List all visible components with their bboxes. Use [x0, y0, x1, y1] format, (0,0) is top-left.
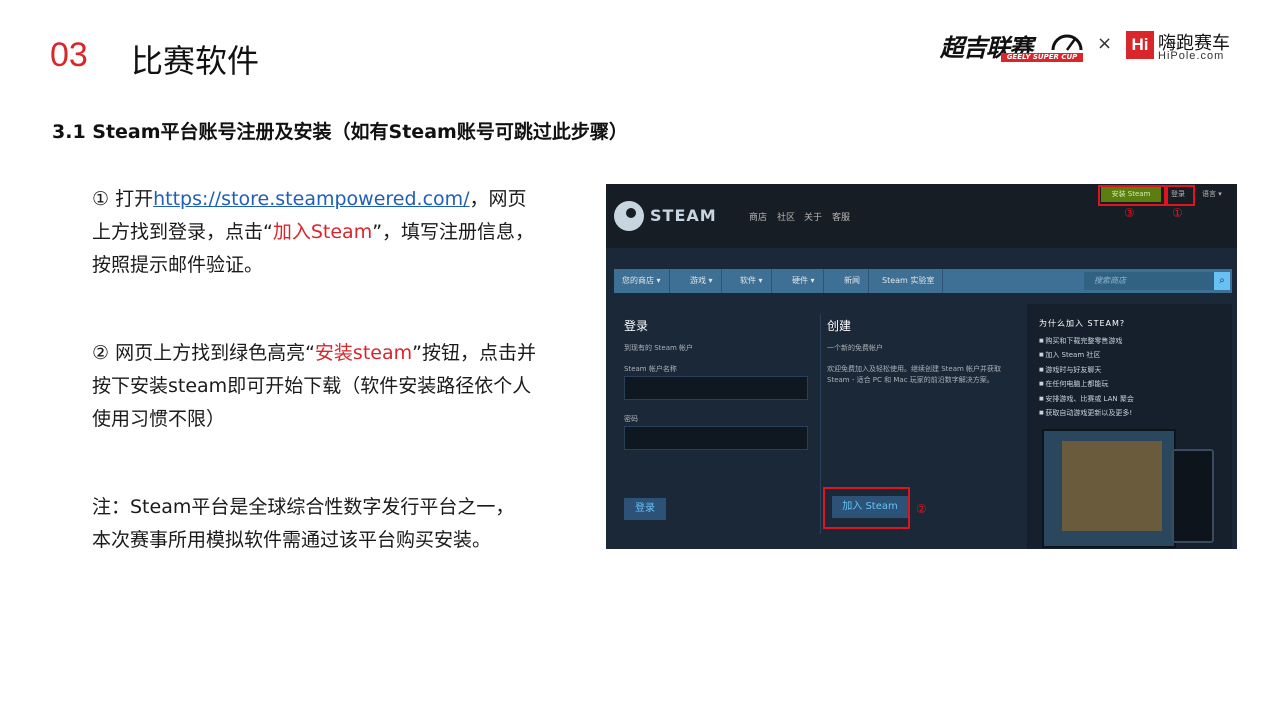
- list-item: 安排游戏、比赛或 LAN 聚会: [1039, 392, 1134, 406]
- create-title: 创建: [827, 319, 852, 333]
- marker-1: ①: [1172, 206, 1183, 220]
- list-item: 加入 Steam 社区: [1039, 348, 1134, 362]
- login-button[interactable]: 登录: [624, 498, 666, 520]
- gauge-icon: [1051, 34, 1083, 51]
- why-join-list: 购买和下载完整零售游戏 加入 Steam 社区 游戏时与好友聊天 在任何电脑上都…: [1039, 334, 1134, 421]
- hipole-logo-icon: Hi: [1126, 31, 1154, 59]
- create-description: 欢迎免费加入及轻松使用。继续创建 Steam 帐户并获取 Steam - 适合 …: [827, 365, 1002, 384]
- why-join-title: 为什么加入 STEAM?: [1039, 319, 1126, 328]
- list-item: 获取自动游戏更新以及更多!: [1039, 406, 1134, 420]
- login-subtitle: 到现有的 Steam 帐户: [624, 344, 694, 352]
- steam-screenshot: STEAM 商店 社区 关于 客服 安装 Steam 登录 语言 ▾ ③ ① 您…: [606, 184, 1237, 549]
- menu-your-store[interactable]: 您的商店 ▾: [614, 269, 670, 293]
- why-join-panel: 为什么加入 STEAM? 购买和下载完整零售游戏 加入 Steam 社区 游戏时…: [1027, 304, 1232, 549]
- logo-separator: ×: [1097, 33, 1113, 54]
- join-steam-highlight: 加入Steam: [272, 221, 373, 243]
- menu-hardware[interactable]: 硬件 ▾: [784, 269, 824, 293]
- search-icon[interactable]: ⌕: [1214, 272, 1230, 290]
- menu-news[interactable]: 新闻: [836, 269, 869, 293]
- list-item: 在任何电脑上都能玩: [1039, 377, 1134, 391]
- password-label: 密码: [624, 415, 638, 423]
- section-number: 03: [50, 36, 88, 74]
- subsection-title: 3.1 Steam平台账号注册及安装（如有Steam账号可跳过此步骤）: [52, 121, 628, 143]
- language-dropdown[interactable]: 语言 ▾: [1202, 187, 1222, 202]
- section-title: 比赛软件: [131, 42, 260, 80]
- steam-nav-store[interactable]: 商店: [749, 210, 767, 223]
- highlight-box-join: [823, 487, 910, 529]
- list-item: 游戏时与好友聊天: [1039, 363, 1134, 377]
- steam-search-input[interactable]: 搜索商店: [1084, 272, 1214, 290]
- highlight-box-login: [1166, 185, 1195, 206]
- note-paragraph: 注：Steam平台是全球综合性数字发行平台之一，本次赛事所用模拟软件需通过该平台…: [92, 496, 515, 551]
- username-input[interactable]: [624, 376, 808, 400]
- steam-nav-support[interactable]: 客服: [832, 210, 850, 223]
- marker-3: ③: [1124, 206, 1135, 220]
- username-label: Steam 帐户名称: [624, 365, 677, 373]
- install-steam-highlight: 安装steam: [314, 342, 413, 364]
- steam-nav-about[interactable]: 关于: [804, 210, 822, 223]
- list-item: 购买和下载完整零售游戏: [1039, 334, 1134, 348]
- steam-client-preview-image: [1042, 429, 1176, 548]
- hipole-logo-domain: HiPole.com: [1158, 50, 1225, 62]
- steam-mobile-preview-image: [1172, 449, 1214, 543]
- steam-logo-icon: [614, 201, 644, 231]
- menu-games[interactable]: 游戏 ▾: [682, 269, 722, 293]
- step-1-paragraph: ① 打开https://store.steampowered.com/，网页上方…: [92, 188, 535, 276]
- geely-cup-logo-banner: GEELY SUPER CUP: [1001, 53, 1083, 62]
- login-create-panel: 登录 到现有的 Steam 帐户 Steam 帐户名称 密码 登录 创建 一个新…: [614, 304, 1022, 549]
- step-2-paragraph: ② 网页上方找到绿色高亮“安装steam”按钮，点击并按下安装steam即可开始…: [92, 342, 536, 430]
- password-input[interactable]: [624, 426, 808, 450]
- steam-menu-bar: 您的商店 ▾ 游戏 ▾ 软件 ▾ 硬件 ▾ 新闻 Steam 实验室 搜索商店 …: [614, 269, 1232, 293]
- menu-software[interactable]: 软件 ▾: [732, 269, 772, 293]
- highlight-box-install: [1098, 185, 1166, 206]
- panel-divider: [820, 314, 821, 534]
- steam-nav-community[interactable]: 社区: [777, 210, 795, 223]
- steam-store-link[interactable]: https://store.steampowered.com/: [153, 188, 469, 210]
- create-subtitle: 一个新的免费帐户: [827, 344, 883, 352]
- steam-logo-text: STEAM: [650, 206, 717, 225]
- marker-2: ②: [916, 502, 927, 516]
- login-title: 登录: [624, 319, 649, 333]
- menu-labs[interactable]: Steam 实验室: [874, 269, 944, 293]
